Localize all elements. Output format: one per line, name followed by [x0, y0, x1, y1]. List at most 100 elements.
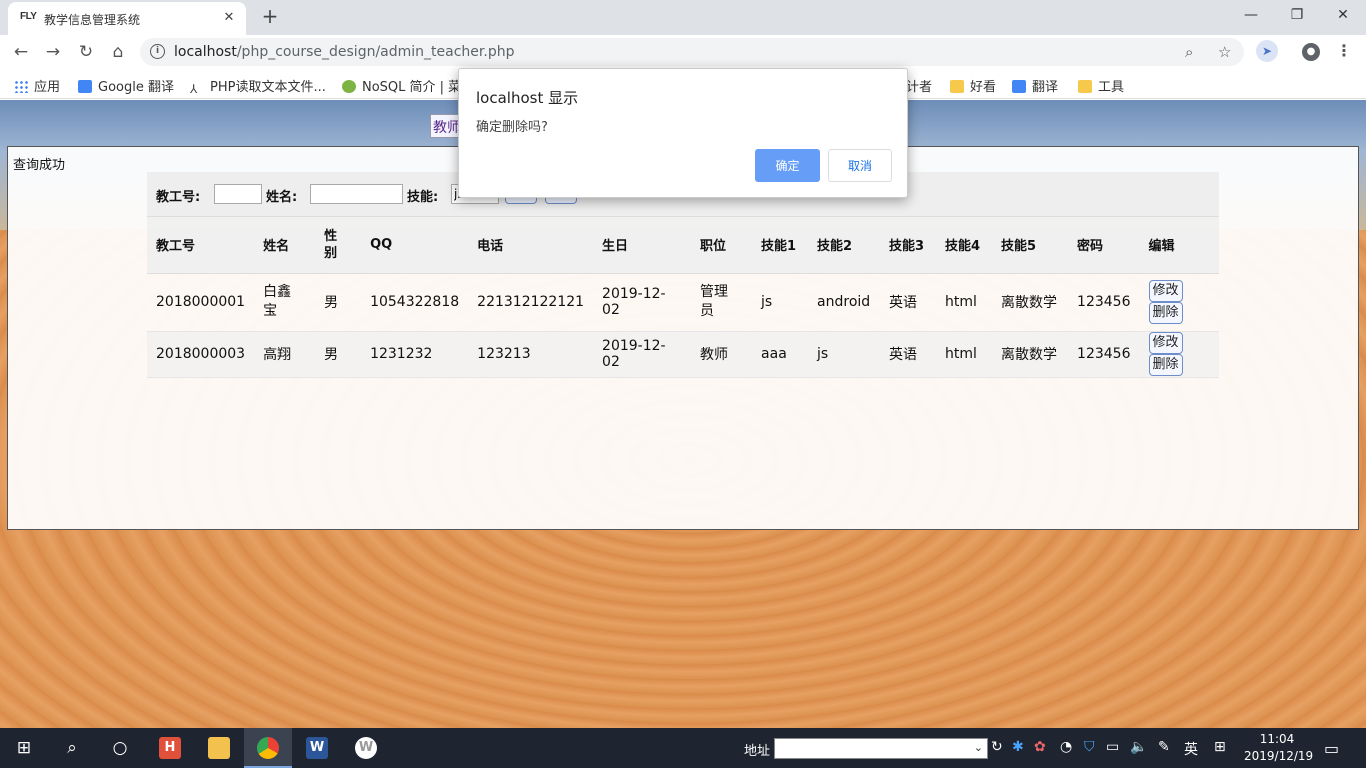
chrome-menu-icon[interactable]: ⋮ — [1336, 41, 1352, 60]
home-icon[interactable]: ⌂ — [105, 39, 131, 65]
windows-start-icon[interactable]: ⊞ — [0, 728, 48, 768]
windows-taskbar: ⊞ ⌕ ○ H W W 地址 ⌄ ↻ ✱ ✿ ◔ ⛉ ▭ 🔈 ✎ 英 ⊞ 11:… — [0, 728, 1366, 768]
wifi-icon[interactable]: ◔ — [1060, 739, 1072, 755]
bookmark-folder-2[interactable]: 好看 — [950, 76, 996, 95]
cell-gender: 男 — [315, 331, 362, 378]
cell-skill2: android — [808, 273, 881, 332]
address-toolbar-input[interactable]: ⌄ — [774, 738, 988, 759]
cell-skill4: html — [936, 331, 993, 378]
extension-icon[interactable]: ➤ — [1256, 40, 1278, 62]
new-tab-button[interactable]: + — [258, 5, 282, 29]
browser-tab[interactable]: FLY 教学信息管理系统 ✕ — [8, 2, 246, 35]
cell-teacher-id: 2018000001 — [147, 273, 255, 332]
word-app-icon[interactable]: W — [293, 728, 341, 768]
cortana-icon[interactable]: ○ — [96, 728, 144, 768]
cell-password: 123456 — [1068, 331, 1140, 378]
clock-time: 11:04 — [1259, 732, 1295, 746]
close-window-icon[interactable]: ✕ — [1320, 0, 1366, 32]
search-icon[interactable]: ⌕ — [48, 728, 96, 768]
cell-qq: 1231232 — [361, 331, 469, 378]
content-panel: 查询成功 教工号: 姓名: 技能: 教工号 姓名 性别 QQ 电话 生日 职位 — [7, 146, 1359, 530]
tab-strip: FLY 教学信息管理系统 ✕ + — ❐ ✕ — [0, 0, 1366, 35]
column-header: 技能4 — [936, 217, 993, 274]
reload-icon[interactable]: ↻ — [73, 39, 99, 65]
security-shield-icon[interactable]: ⛉ — [1084, 739, 1095, 755]
cell-position: 教师 — [691, 331, 753, 378]
column-header: 编辑 — [1139, 217, 1219, 274]
cell-skill3: 英语 — [880, 331, 937, 378]
bookmark-label: 工具 — [1098, 80, 1125, 95]
bookmark-php[interactable]: ⅄ PHP读取文本文件... — [190, 76, 326, 96]
teacher-id-label: 教工号: — [156, 190, 201, 205]
clock-date: 2019/12/19 — [1244, 749, 1314, 763]
forward-arrow-icon[interactable]: → — [40, 39, 66, 65]
table-row: 2018000003 高翔 男 1231232 123213 2019-12-0… — [147, 331, 1219, 378]
back-arrow-icon[interactable]: ← — [8, 39, 34, 65]
folder-icon — [950, 80, 964, 93]
cell-qq: 1054322818 — [361, 273, 469, 332]
pen-icon[interactable]: ✎ — [1158, 739, 1170, 755]
cell-skill1: js — [752, 273, 809, 332]
confirm-ok-button[interactable]: 确定 — [755, 149, 820, 182]
cell-gender: 男 — [315, 273, 362, 332]
url-path: /php_course_design/admin_teacher.php — [236, 44, 515, 60]
column-header: 生日 — [593, 217, 692, 274]
google-translate-icon — [78, 80, 92, 93]
app-tray-icon[interactable]: ✿ — [1034, 739, 1046, 755]
file-explorer-icon[interactable] — [195, 728, 243, 768]
bookmark-nosql[interactable]: NoSQL 简介 | 菜 — [342, 76, 461, 95]
edit-button[interactable]: 修改 — [1148, 280, 1183, 302]
notification-icon[interactable]: ▭ — [1324, 739, 1339, 758]
teacher-id-input[interactable] — [214, 184, 262, 204]
minimize-window-icon[interactable]: — — [1228, 0, 1274, 32]
profile-icon[interactable]: ● — [1302, 43, 1320, 61]
column-header: 电话 — [468, 217, 594, 274]
cell-phone: 123213 — [468, 331, 594, 378]
cell-name: 白鑫宝 — [254, 273, 316, 332]
bluetooth-icon[interactable]: ✱ — [1012, 739, 1024, 755]
edit-button[interactable]: 修改 — [1148, 332, 1183, 354]
cell-name: 高翔 — [254, 331, 316, 378]
confirm-cancel-button[interactable]: 取消 — [828, 149, 892, 182]
php-icon: ⅄ — [190, 82, 198, 96]
column-header: 姓名 — [254, 217, 316, 274]
chrome-app-icon[interactable] — [244, 728, 292, 768]
bookmark-google-translate[interactable]: Google 翻译 — [78, 76, 174, 95]
battery-icon[interactable]: ▭ — [1106, 739, 1119, 755]
delete-button[interactable]: 删除 — [1148, 302, 1183, 324]
close-tab-icon[interactable]: ✕ — [220, 9, 238, 27]
ime-indicator[interactable]: 英 — [1184, 739, 1198, 759]
teacher-table: 教工号 姓名 性别 QQ 电话 生日 职位 技能1 技能2 技能3 技能4 技能… — [147, 217, 1219, 378]
bookmark-label: 好看 — [970, 80, 997, 95]
bookmark-apps[interactable]: 应用 — [14, 76, 60, 95]
table-header-row: 教工号 姓名 性别 QQ 电话 生日 职位 技能1 技能2 技能3 技能4 技能… — [147, 217, 1219, 274]
cell-teacher-id: 2018000003 — [147, 331, 255, 378]
chevron-down-icon[interactable]: ⌄ — [974, 741, 983, 754]
column-header: 性别 — [315, 217, 362, 274]
column-header: 技能5 — [992, 217, 1069, 274]
hbuilder-app-icon[interactable]: H — [146, 728, 194, 768]
wps-app-icon[interactable]: W — [342, 728, 390, 768]
cell-skill4: html — [936, 273, 993, 332]
system-clock[interactable]: 11:04 2019/12/19 — [1244, 731, 1314, 765]
refresh-icon[interactable]: ↻ — [991, 739, 1003, 755]
volume-muted-icon[interactable]: 🔈 — [1130, 739, 1147, 755]
keyboard-layout-icon[interactable]: ⊞ — [1214, 739, 1226, 755]
name-input[interactable] — [310, 184, 403, 204]
bookmark-label: 计者 — [906, 80, 933, 95]
restore-window-icon[interactable]: ❐ — [1274, 0, 1320, 32]
zoom-icon[interactable]: ⌕ — [1185, 43, 1193, 61]
bookmark-translate[interactable]: 翻译 — [1012, 76, 1058, 95]
column-header: 技能2 — [808, 217, 881, 274]
bookmark-folder-3[interactable]: 工具 — [1078, 76, 1124, 95]
bookmark-star-icon[interactable]: ☆ — [1218, 43, 1231, 61]
cell-skill1: aaa — [752, 331, 809, 378]
bookmark-folder-1[interactable]: 计者 — [906, 76, 932, 95]
name-label: 姓名: — [266, 190, 298, 205]
url-text: localhost/php_course_design/admin_teache… — [174, 44, 514, 60]
address-bar[interactable]: i localhost/php_course_design/admin_teac… — [140, 38, 1244, 66]
bookmark-label: NoSQL 简介 | 菜 — [362, 80, 462, 95]
delete-button[interactable]: 删除 — [1148, 354, 1183, 376]
site-info-icon[interactable]: i — [150, 44, 165, 59]
url-host: localhost — [174, 44, 237, 60]
